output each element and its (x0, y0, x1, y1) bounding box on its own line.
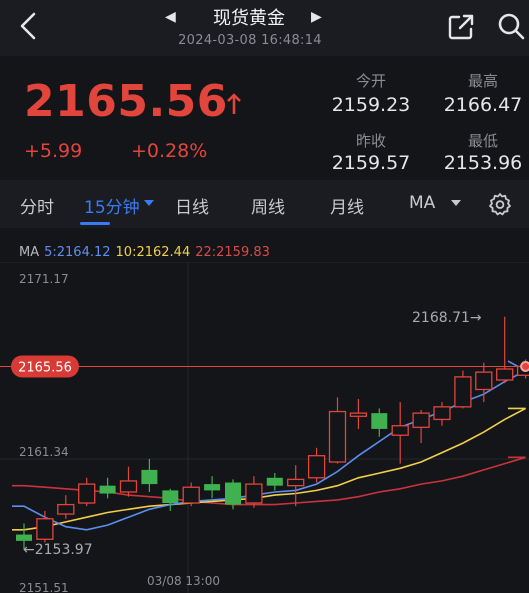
caret-down-icon (451, 200, 461, 206)
candle-body (307, 455, 326, 479)
quote-panel: 2165.56 +5.99 +0.28% 今开 2159.23 最高 2166.… (0, 56, 529, 180)
candle-body (328, 410, 347, 463)
last-price: 2165.56 (24, 76, 228, 127)
tab-intraday[interactable]: 分时 (20, 193, 54, 218)
next-instrument-button[interactable]: ▶ (311, 9, 322, 25)
x-axis-label: 03/08 13:00 (147, 574, 220, 588)
candle-body (496, 368, 514, 381)
active-tab-indicator (80, 222, 110, 225)
candlestick-chart[interactable]: 2165.56 2171.17 2161.34 2151.51 03/08 13… (0, 262, 529, 593)
candle-body (162, 490, 179, 504)
tab-15min[interactable]: 15分钟 (84, 193, 140, 218)
y-axis-label: 2151.51 (19, 581, 69, 593)
candle-body (349, 412, 368, 417)
prev-close-value: 2159.57 (331, 152, 411, 174)
y-axis-label: 2161.34 (19, 445, 69, 459)
tab-indicator-ma[interactable]: MA (409, 193, 435, 213)
y-axis-label: 2171.17 (19, 272, 69, 286)
candle-body (141, 469, 158, 485)
min-price-annotation: ←2153.97 (23, 542, 93, 558)
tab-monthly[interactable]: 月线 (330, 193, 364, 218)
candle-body (99, 485, 116, 494)
candle-body (182, 486, 200, 504)
max-price-annotation: 2168.71→ (412, 310, 482, 326)
search-button[interactable] (496, 11, 526, 41)
open-label: 今开 (355, 72, 386, 90)
candle-body (475, 371, 493, 391)
candle-body (225, 482, 241, 505)
last-price-dot (520, 360, 529, 372)
high-label: 最高 (467, 72, 498, 90)
candles (16, 316, 529, 550)
share-icon (448, 14, 474, 40)
previous-instrument-button[interactable]: ◀ (165, 9, 176, 25)
price-change-percent: +0.28% (131, 140, 208, 162)
ma-legend: MA 5:2164.12 10:2162.44 22:2159.83 (19, 245, 275, 260)
page-title: 现货黄金 (213, 8, 285, 29)
prev-close-label: 昨收 (355, 132, 386, 150)
open-value: 2159.23 (331, 94, 411, 116)
current-price-tag-label: 2165.56 (18, 360, 72, 375)
low-value: 2153.96 (443, 152, 523, 174)
share-button[interactable] (446, 12, 476, 42)
candle-body (78, 483, 96, 504)
candle-body (204, 484, 221, 491)
ma5-value: 5:2164.12 (44, 245, 111, 260)
tab-daily[interactable]: 日线 (175, 193, 209, 218)
candle-body (16, 534, 32, 541)
ma-legend-label: MA (19, 245, 40, 260)
candle-body (454, 376, 472, 408)
candle-body (57, 503, 75, 515)
back-button[interactable] (14, 10, 46, 42)
candle-body (245, 483, 263, 504)
candle-body (287, 478, 305, 487)
candle-body (391, 425, 409, 436)
ma22-value: 22:2159.83 (195, 245, 270, 260)
candle-body (266, 477, 283, 486)
high-value: 2166.47 (443, 94, 523, 116)
candle-body (36, 518, 54, 540)
candle-body (119, 480, 138, 493)
quote-timestamp: 2024-03-08 16:48:14 (178, 33, 322, 48)
price-change: +5.99 (24, 140, 83, 162)
tab-weekly[interactable]: 周线 (251, 193, 285, 218)
gear-icon (489, 193, 511, 216)
chevron-left-icon (20, 12, 36, 40)
period-tabs: 分时 15分钟 日线 周线 月线 MA (0, 180, 529, 228)
ma10-value: 10:2162.44 (115, 245, 191, 260)
chart-settings-button[interactable] (488, 192, 512, 216)
ma-lines (12, 360, 528, 531)
arrow-up-icon (227, 93, 241, 114)
low-label: 最低 (467, 132, 498, 150)
candle-body (433, 406, 451, 421)
candle-body (371, 413, 388, 429)
candle-body (412, 412, 430, 428)
top-bar: ◀ 现货黄金 ▶ 2024-03-08 16:48:14 (0, 0, 529, 56)
search-icon (498, 13, 525, 40)
caret-down-icon (144, 200, 154, 206)
ma10-line (12, 407, 526, 531)
